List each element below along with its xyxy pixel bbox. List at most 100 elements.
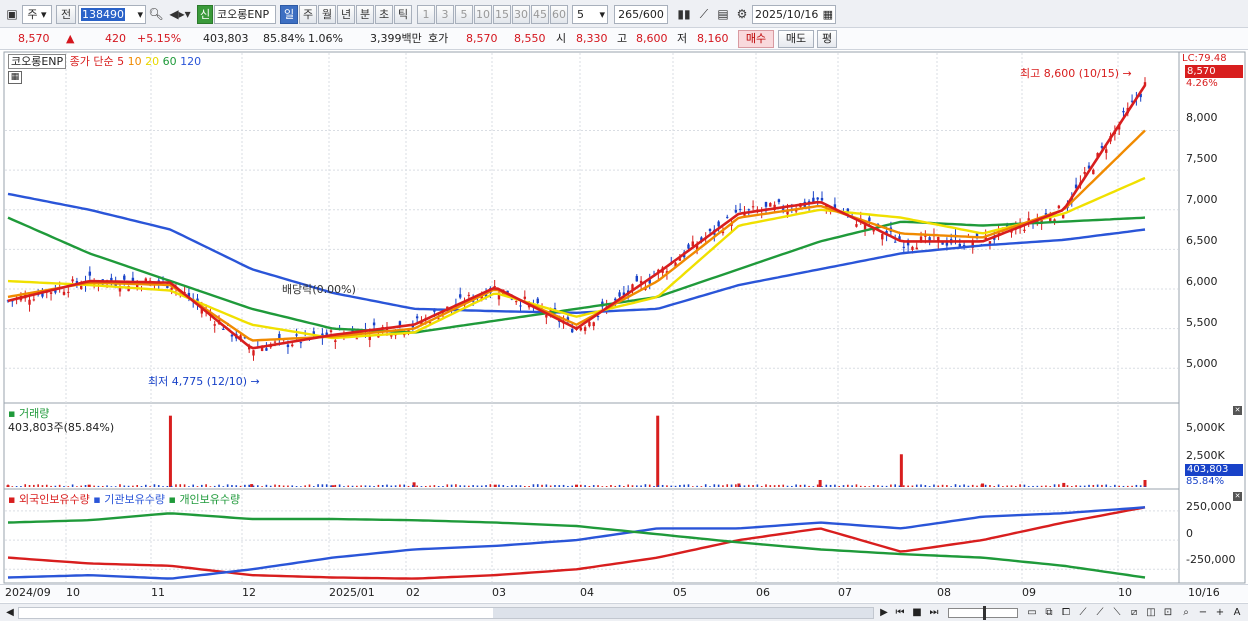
minute-option-5[interactable]: 5 xyxy=(455,5,473,24)
volume-bar-small xyxy=(89,485,91,487)
save-icon[interactable]: ▤ xyxy=(714,5,732,24)
draw-channel-icon[interactable]: ⧄ xyxy=(1126,605,1142,620)
volume-bar-small xyxy=(1109,486,1112,487)
sell-button[interactable]: 매도 xyxy=(778,30,814,48)
volume-bar-small xyxy=(834,484,836,487)
tab-week[interactable]: 주 xyxy=(299,5,317,24)
volume-bar-small xyxy=(1135,484,1138,487)
volume-tick: 5,000K xyxy=(1186,421,1225,434)
close-panel-icon[interactable]: ✕ xyxy=(1233,492,1242,501)
volume-bar-small xyxy=(196,486,199,487)
speaker-icon[interactable]: ◀▸▾ xyxy=(166,5,194,24)
stock-chart[interactable] xyxy=(0,51,1248,603)
horizontal-scrollbar[interactable] xyxy=(18,607,874,619)
gear-icon[interactable]: ⚙ xyxy=(733,5,751,24)
line-chart-icon[interactable]: ⟋ xyxy=(695,5,713,24)
prev-button[interactable]: 전 xyxy=(56,5,76,24)
candle-body xyxy=(355,338,359,340)
copy-icon[interactable]: ⧉ xyxy=(1041,605,1057,620)
grid-toggle-icon[interactable]: ▦ xyxy=(8,71,22,84)
candle-body xyxy=(708,228,712,232)
candle-body xyxy=(71,279,74,282)
volume-bar-small xyxy=(20,486,22,487)
count-field[interactable]: 265/600 xyxy=(614,5,668,24)
buy-button[interactable]: 매수 xyxy=(738,30,774,48)
volume-bar-small xyxy=(661,484,664,487)
date-input[interactable]: 2025/10/16 ▦ xyxy=(752,5,836,24)
candle-body xyxy=(635,276,638,282)
legend-individual: ▪ 개인보유수량 xyxy=(168,493,241,506)
candle-chart-icon[interactable]: ▮▮ xyxy=(675,5,693,24)
volume-bar-small xyxy=(666,485,668,487)
volume-bar-small xyxy=(325,484,328,487)
tab-minute[interactable]: 분 xyxy=(356,5,374,24)
window-icon[interactable]: ▣ xyxy=(3,5,21,24)
close-panel-icon[interactable]: ✕ xyxy=(1233,406,1242,415)
layout-icon[interactable]: ▭ xyxy=(1024,605,1040,620)
calendar-icon[interactable]: ▦ xyxy=(823,6,833,23)
volume-bar-small xyxy=(989,485,991,487)
volume-bar-small xyxy=(618,484,621,487)
volume-bar-small xyxy=(605,486,608,487)
tab-day[interactable]: 일 xyxy=(280,5,298,24)
screenshot-icon[interactable]: ⊡ xyxy=(1160,605,1176,620)
volume-bar-small xyxy=(584,485,586,487)
volume-bar-small xyxy=(674,485,677,487)
zoom-in-icon[interactable]: + xyxy=(1212,605,1228,620)
draw-fib-icon[interactable]: ⟍ xyxy=(1109,605,1125,620)
candle-body xyxy=(579,327,583,331)
code-input[interactable]: 138490 ▾ xyxy=(78,5,146,24)
tab-year[interactable]: 년 xyxy=(337,5,355,24)
fast-forward-icon[interactable]: ⏭ xyxy=(926,605,942,620)
tab-month[interactable]: 월 xyxy=(318,5,336,24)
draw-line-icon[interactable]: ⟋ xyxy=(1075,605,1091,620)
volume-bar-small xyxy=(1053,484,1056,487)
volume-bar-small xyxy=(218,484,220,487)
volume-bar-small xyxy=(1139,485,1142,487)
code-dropdown-icon[interactable]: ▾ xyxy=(137,6,143,23)
search-icon[interactable]: 🔍︎ xyxy=(147,5,165,24)
minute-option-1[interactable]: 1 xyxy=(417,5,435,24)
minute-option-45[interactable]: 45 xyxy=(531,5,549,24)
draw-trend-icon[interactable]: ⟋ xyxy=(1092,605,1108,620)
zoom-icon[interactable]: ⌕ xyxy=(1178,605,1194,620)
draw-shape-icon[interactable]: ◫ xyxy=(1143,605,1159,620)
minute-option-60[interactable]: 60 xyxy=(550,5,568,24)
tab-second[interactable]: 초 xyxy=(375,5,393,24)
zoom-slider-handle[interactable] xyxy=(983,606,986,620)
minute-option-15[interactable]: 15 xyxy=(493,5,511,24)
volume-bar-small xyxy=(149,486,151,487)
market-select[interactable]: 주 ▾ xyxy=(22,5,52,24)
volume-bar-small xyxy=(567,485,569,487)
zoom-out-icon[interactable]: − xyxy=(1195,605,1211,620)
scroll-left-icon[interactable]: ◀ xyxy=(2,605,18,620)
zoom-slider[interactable] xyxy=(948,606,1018,620)
stop-icon[interactable]: ■ xyxy=(909,605,925,620)
window-icon[interactable]: ⧠ xyxy=(1058,605,1074,620)
candle-body xyxy=(782,208,785,210)
volume-bar-small xyxy=(890,484,892,487)
volume-bar-small xyxy=(756,484,759,487)
volume-bar-small xyxy=(562,484,565,487)
volume-bar-small xyxy=(946,485,948,487)
scrollbar-thumb[interactable] xyxy=(493,608,873,618)
scroll-right-icon[interactable]: ▶ xyxy=(876,605,892,620)
stock-name[interactable]: 코오롱ENP xyxy=(214,5,276,24)
candle-body xyxy=(1092,169,1095,175)
minute-option-3[interactable]: 3 xyxy=(436,5,454,24)
interval-select[interactable]: 5 ▾ xyxy=(572,5,608,24)
minute-option-10[interactable]: 10 xyxy=(474,5,492,24)
volume-bar-small xyxy=(816,484,819,487)
rewind-icon[interactable]: ⏮ xyxy=(892,605,908,620)
interval-dropdown-icon[interactable]: ▾ xyxy=(599,6,605,23)
minute-option-30[interactable]: 30 xyxy=(512,5,530,24)
volume-bar-small xyxy=(24,484,27,487)
text-tool-icon[interactable]: A xyxy=(1229,605,1245,620)
volume-bar-small xyxy=(67,486,70,487)
candle-body xyxy=(738,208,742,210)
evaluate-button[interactable]: 평 xyxy=(817,30,837,48)
tab-tick[interactable]: 틱 xyxy=(394,5,412,24)
x-axis-label: 09 xyxy=(1022,586,1036,599)
legend-stock-name[interactable]: 코오롱ENP xyxy=(8,54,67,69)
volume-bar-small xyxy=(631,485,634,487)
